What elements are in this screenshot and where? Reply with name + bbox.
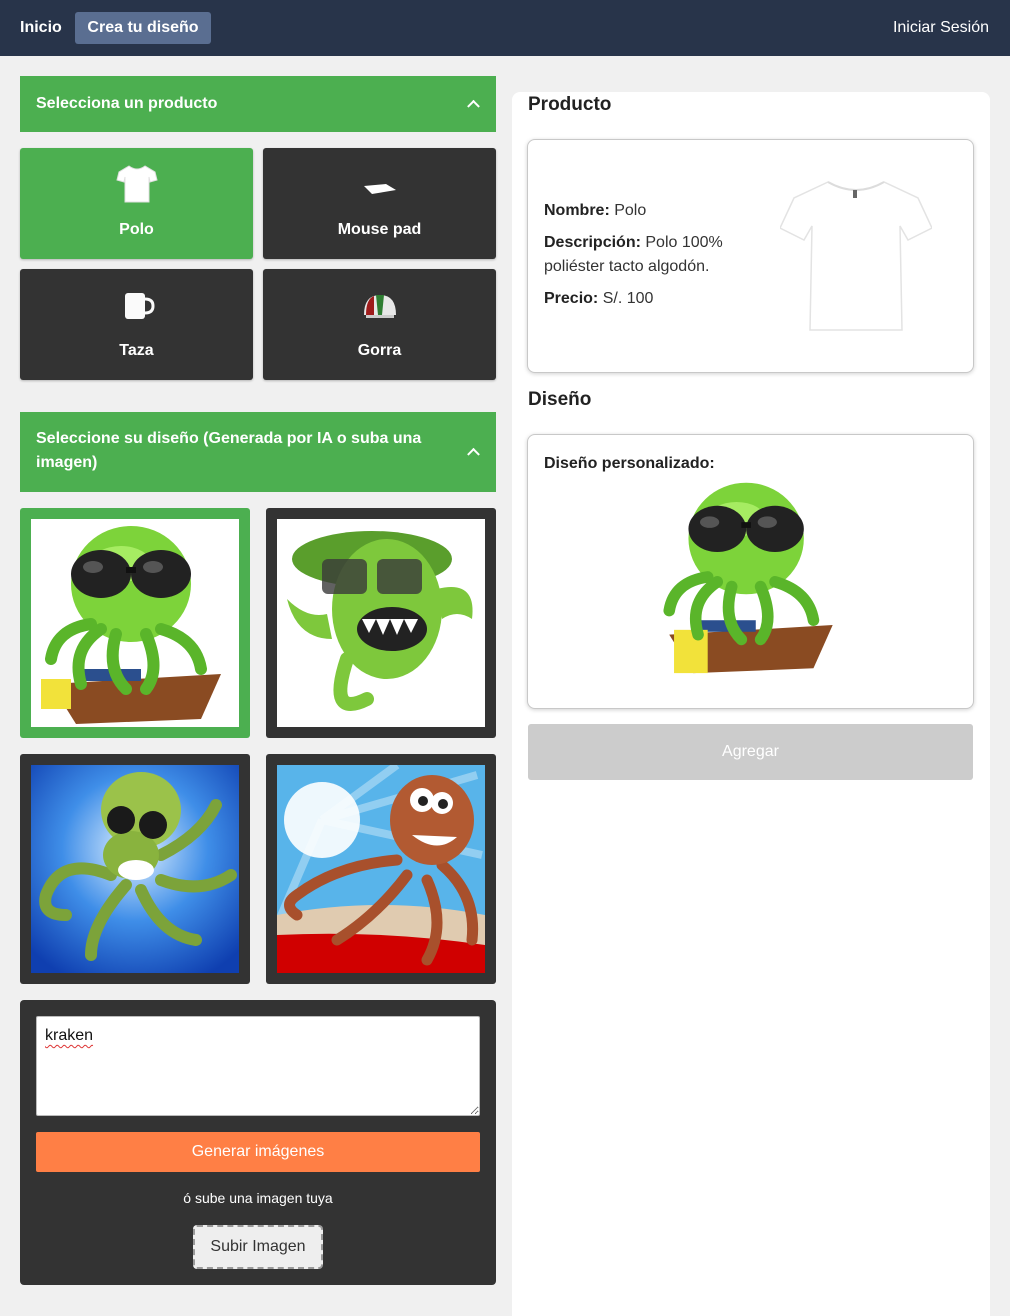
- product-desc-label: Descripción:: [544, 234, 641, 251]
- chevron-up-icon: [467, 447, 480, 461]
- mousepad-icon: [363, 184, 396, 194]
- nav-create-design-link[interactable]: Crea tu diseño: [75, 12, 211, 44]
- design-image-brown-octopus: [277, 765, 485, 973]
- custom-design-label: Diseño personalizado:: [544, 452, 715, 476]
- prompt-panel: Generar imágenes ó sube una imagen tuya …: [20, 1000, 496, 1285]
- product-info-card: Nombre: Polo Descripción: Polo 100% poli…: [527, 139, 974, 373]
- design-preview-image: [650, 476, 850, 676]
- design-image-green-monster: [277, 519, 485, 727]
- product-name-label: Nombre:: [544, 202, 610, 219]
- products-accordion-title: Selecciona un producto: [36, 95, 218, 112]
- cap-icon: [363, 295, 396, 318]
- product-label: Taza: [119, 342, 154, 359]
- design-image-octopus-blue: [31, 765, 239, 973]
- top-navbar: Inicio Crea tu diseño Iniciar Sesión: [0, 0, 1010, 56]
- login-link[interactable]: Iniciar Sesión: [893, 0, 989, 56]
- product-name-value: Polo: [614, 202, 647, 219]
- product-card-mousepad[interactable]: Mouse pad: [263, 148, 496, 259]
- product-card-polo[interactable]: Polo: [20, 148, 253, 259]
- product-price-line: Precio: S/. 100: [544, 287, 653, 311]
- product-desc-value-1: Polo 100%: [645, 234, 723, 251]
- product-label: Polo: [119, 221, 154, 238]
- design-section-title: Diseño: [528, 389, 592, 410]
- product-name-line: Nombre: Polo: [544, 199, 646, 223]
- product-card-taza[interactable]: Taza: [20, 269, 253, 380]
- design-accordion-header[interactable]: Seleccione su diseño (Generada por IA o …: [20, 412, 496, 492]
- design-image-octopus-sunglasses: [31, 519, 239, 727]
- chevron-up-icon: [467, 99, 480, 113]
- tshirt-icon: [115, 165, 158, 203]
- product-desc-value-2: poliéster tacto algodón.: [544, 258, 710, 275]
- design-option-4[interactable]: [266, 754, 496, 984]
- summary-panel: Producto Nombre: Polo Descripción: Polo …: [512, 92, 990, 1316]
- product-desc-line: Descripción: Polo 100% poliéster tacto a…: [544, 231, 744, 279]
- design-preview-card: Diseño personalizado:: [527, 434, 974, 709]
- product-label: Gorra: [357, 342, 402, 359]
- prompt-input[interactable]: [36, 1016, 480, 1116]
- product-section-title: Producto: [528, 94, 612, 115]
- product-card-gorra[interactable]: Gorra: [263, 269, 496, 380]
- design-option-1[interactable]: [20, 508, 250, 738]
- upload-hint: ó sube una imagen tuya: [183, 1190, 333, 1206]
- product-label: Mouse pad: [337, 221, 422, 238]
- design-accordion-title: Seleccione su diseño (Generada por IA o …: [36, 430, 422, 471]
- product-price-value: S/. 100: [602, 290, 654, 307]
- products-accordion-header[interactable]: Selecciona un producto: [20, 76, 496, 132]
- design-option-2[interactable]: [266, 508, 496, 738]
- mug-icon: [124, 293, 155, 319]
- add-to-cart-button[interactable]: Agregar: [528, 724, 973, 780]
- design-option-3[interactable]: [20, 754, 250, 984]
- upload-image-button[interactable]: Subir Imagen: [193, 1225, 323, 1269]
- generate-images-button[interactable]: Generar imágenes: [36, 1132, 480, 1172]
- nav-home-link[interactable]: Inicio: [20, 0, 62, 56]
- product-image-tshirt: [780, 181, 932, 331]
- custom-design-label-text: Diseño personalizado:: [544, 455, 715, 472]
- product-price-label: Precio:: [544, 290, 599, 307]
